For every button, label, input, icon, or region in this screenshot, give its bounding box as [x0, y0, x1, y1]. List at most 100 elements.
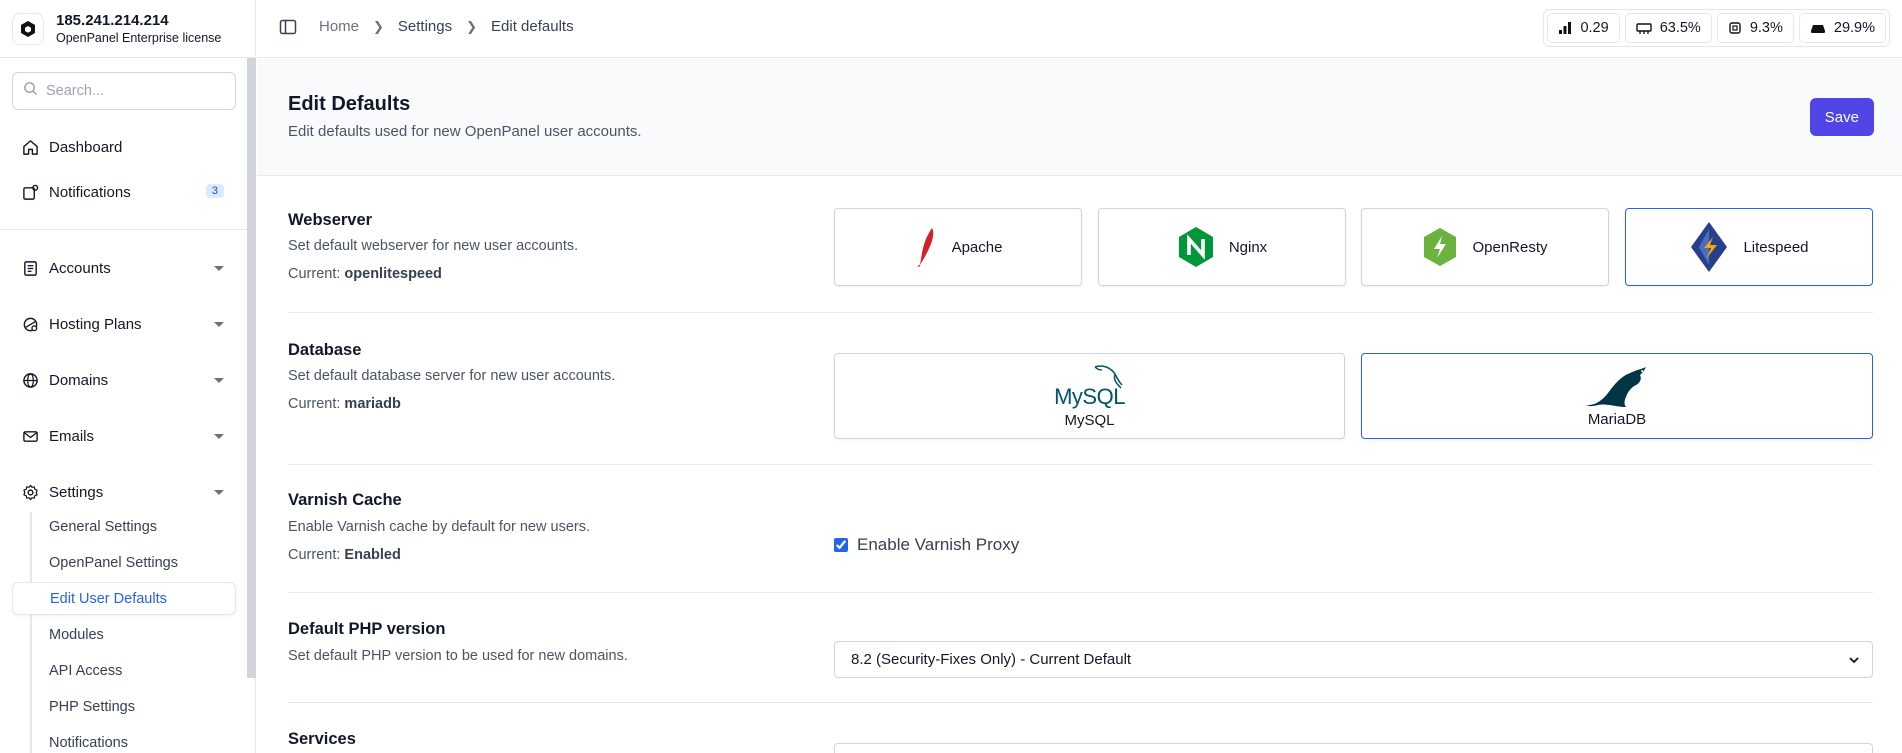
- option-label: MariaDB: [1587, 410, 1647, 428]
- database-option-mariadb[interactable]: MariaDB: [1361, 353, 1873, 439]
- checkbox-label: Enable Varnish Proxy: [857, 535, 1020, 554]
- stat-disk[interactable]: 29.9%: [1798, 13, 1886, 43]
- mysql-dolphin-icon: MySQL: [1054, 364, 1125, 410]
- database-option-mysql[interactable]: MySQL MySQL: [834, 353, 1345, 439]
- varnish-proxy-checkbox[interactable]: [834, 538, 848, 552]
- bell-icon: [21, 183, 39, 201]
- openpanel-logo-icon: [12, 12, 44, 45]
- disk-icon: [1810, 25, 1825, 33]
- sidebar-divider: [0, 229, 247, 230]
- sidebar-item-label: Emails: [49, 427, 95, 445]
- sidebar-item-label: Hosting Plans: [49, 315, 142, 333]
- webserver-option-nginx[interactable]: Nginx: [1098, 208, 1346, 286]
- sidebar-item-hosting-plans[interactable]: Hosting Plans: [12, 306, 236, 342]
- webserver-option-apache[interactable]: Apache: [834, 208, 1082, 286]
- mail-icon: [21, 427, 39, 445]
- subnav-edit-user-defaults[interactable]: Edit User Defaults: [12, 582, 236, 615]
- option-label: Litespeed: [1743, 238, 1809, 256]
- subnav-api-access[interactable]: API Access: [12, 654, 236, 687]
- section-title: Default PHP version: [288, 620, 446, 638]
- notification-count-badge: 3: [205, 184, 224, 198]
- sidebar-toggle-icon[interactable]: [279, 18, 297, 41]
- option-label: OpenResty: [1472, 238, 1548, 256]
- globe-icon: [21, 371, 39, 389]
- php-section: Default PHP version Set default PHP vers…: [288, 593, 1873, 703]
- current-value: Current: Enabled: [288, 547, 401, 563]
- nginx-icon: [1178, 227, 1213, 267]
- stat-memory[interactable]: 63.5%: [1624, 13, 1712, 43]
- server-stats: 0.29 63.5% 9.3% 29.9%: [1543, 9, 1890, 47]
- subnav-php-settings[interactable]: PHP Settings: [12, 690, 236, 723]
- sidebar-item-dashboard[interactable]: Dashboard: [12, 129, 236, 165]
- search-box[interactable]: [12, 72, 236, 110]
- load-icon: [1559, 22, 1572, 34]
- license-label: OpenPanel Enterprise license: [56, 30, 222, 45]
- sidebar-item-settings[interactable]: Settings: [12, 474, 236, 510]
- section-title: Webserver: [288, 211, 373, 229]
- sidebar-item-label: Domains: [49, 371, 109, 389]
- sidebar-item-notifications[interactable]: Notifications 3: [12, 174, 236, 210]
- services-field[interactable]: [834, 743, 1873, 753]
- section-desc: Enable Varnish cache by default for new …: [288, 519, 590, 535]
- mariadb-seal-icon: [1586, 366, 1646, 407]
- varnish-proxy-option[interactable]: Enable Varnish Proxy: [834, 535, 1019, 555]
- hosting-plans-icon: [21, 315, 39, 333]
- breadcrumb-home[interactable]: Home: [319, 18, 359, 35]
- litespeed-icon: [1691, 222, 1728, 272]
- sidebar-item-label: Settings: [49, 483, 104, 501]
- option-label: Apache: [951, 238, 1003, 256]
- chevron-down-icon: [214, 490, 224, 495]
- chevron-right-icon: ❯: [373, 18, 384, 34]
- chevron-down-icon: [214, 378, 224, 383]
- stat-value: 9.3%: [1749, 20, 1783, 36]
- current-value: Current: openlitespeed: [288, 266, 442, 282]
- search-input[interactable]: [46, 83, 226, 99]
- section-desc: Set default PHP version to be used for n…: [288, 648, 628, 664]
- chevron-down-icon: [1849, 657, 1859, 664]
- memory-icon: [1635, 23, 1652, 34]
- webserver-option-openresty[interactable]: OpenResty: [1361, 208, 1609, 286]
- sidebar-item-domains[interactable]: Domains: [12, 362, 236, 398]
- varnish-section: Varnish Cache Enable Varnish cache by de…: [288, 465, 1873, 593]
- chevron-right-icon: ❯: [466, 18, 478, 34]
- page-subtitle: Edit defaults used for new OpenPanel use…: [288, 123, 642, 140]
- sidebar-item-emails[interactable]: Emails: [12, 418, 236, 454]
- subnav-notifications[interactable]: Notifications: [12, 726, 236, 753]
- section-title: Services: [288, 730, 356, 748]
- section-desc: Set default webserver for new user accou…: [288, 238, 579, 254]
- stat-load[interactable]: 0.29: [1547, 13, 1620, 43]
- section-title: Varnish Cache: [288, 491, 402, 509]
- webserver-option-litespeed[interactable]: Litespeed: [1625, 208, 1873, 286]
- sidebar-scrollbar[interactable]: [247, 58, 256, 678]
- server-ip: 185.241.214.214: [56, 11, 169, 29]
- save-button[interactable]: Save: [1809, 98, 1874, 136]
- page-header: Edit Defaults Edit defaults used for new…: [257, 59, 1902, 176]
- stat-cpu[interactable]: 9.3%: [1716, 13, 1794, 43]
- subnav-general-settings[interactable]: General Settings: [12, 510, 236, 543]
- select-value: 8.2 (Security-Fixes Only) - Current Defa…: [851, 651, 1132, 668]
- stat-value: 29.9%: [1833, 20, 1875, 36]
- sidebar-item-label: Dashboard: [49, 138, 123, 156]
- sidebar: 185.241.214.214 OpenPanel Enterprise lic…: [0, 0, 256, 753]
- sidebar-item-label: Notifications: [49, 183, 131, 201]
- gear-icon: [21, 483, 39, 501]
- option-label: Nginx: [1228, 238, 1268, 256]
- openresty-icon: [1424, 228, 1457, 266]
- topbar: Home ❯ Settings ❯ Edit defaults 0.29 63.…: [257, 0, 1902, 58]
- home-icon: [21, 138, 39, 156]
- brand[interactable]: 185.241.214.214 OpenPanel Enterprise lic…: [0, 0, 255, 58]
- php-version-select[interactable]: 8.2 (Security-Fixes Only) - Current Defa…: [834, 641, 1873, 678]
- sidebar-item-accounts[interactable]: Accounts: [12, 250, 236, 286]
- chevron-down-icon: [214, 322, 224, 327]
- subnav-modules[interactable]: Modules: [12, 618, 236, 651]
- chevron-down-icon: [214, 434, 224, 439]
- stat-value: 63.5%: [1659, 20, 1701, 36]
- apache-feather-icon: [917, 228, 933, 267]
- database-section: Database Set default database server for…: [288, 313, 1873, 465]
- breadcrumb-current: Edit defaults: [491, 18, 574, 35]
- subnav-openpanel-settings[interactable]: OpenPanel Settings: [12, 546, 236, 579]
- page-title: Edit Defaults: [288, 93, 411, 115]
- breadcrumb-settings[interactable]: Settings: [398, 18, 452, 35]
- breadcrumb: Home ❯ Settings ❯ Edit defaults: [319, 18, 574, 35]
- stat-value: 0.29: [1580, 20, 1609, 36]
